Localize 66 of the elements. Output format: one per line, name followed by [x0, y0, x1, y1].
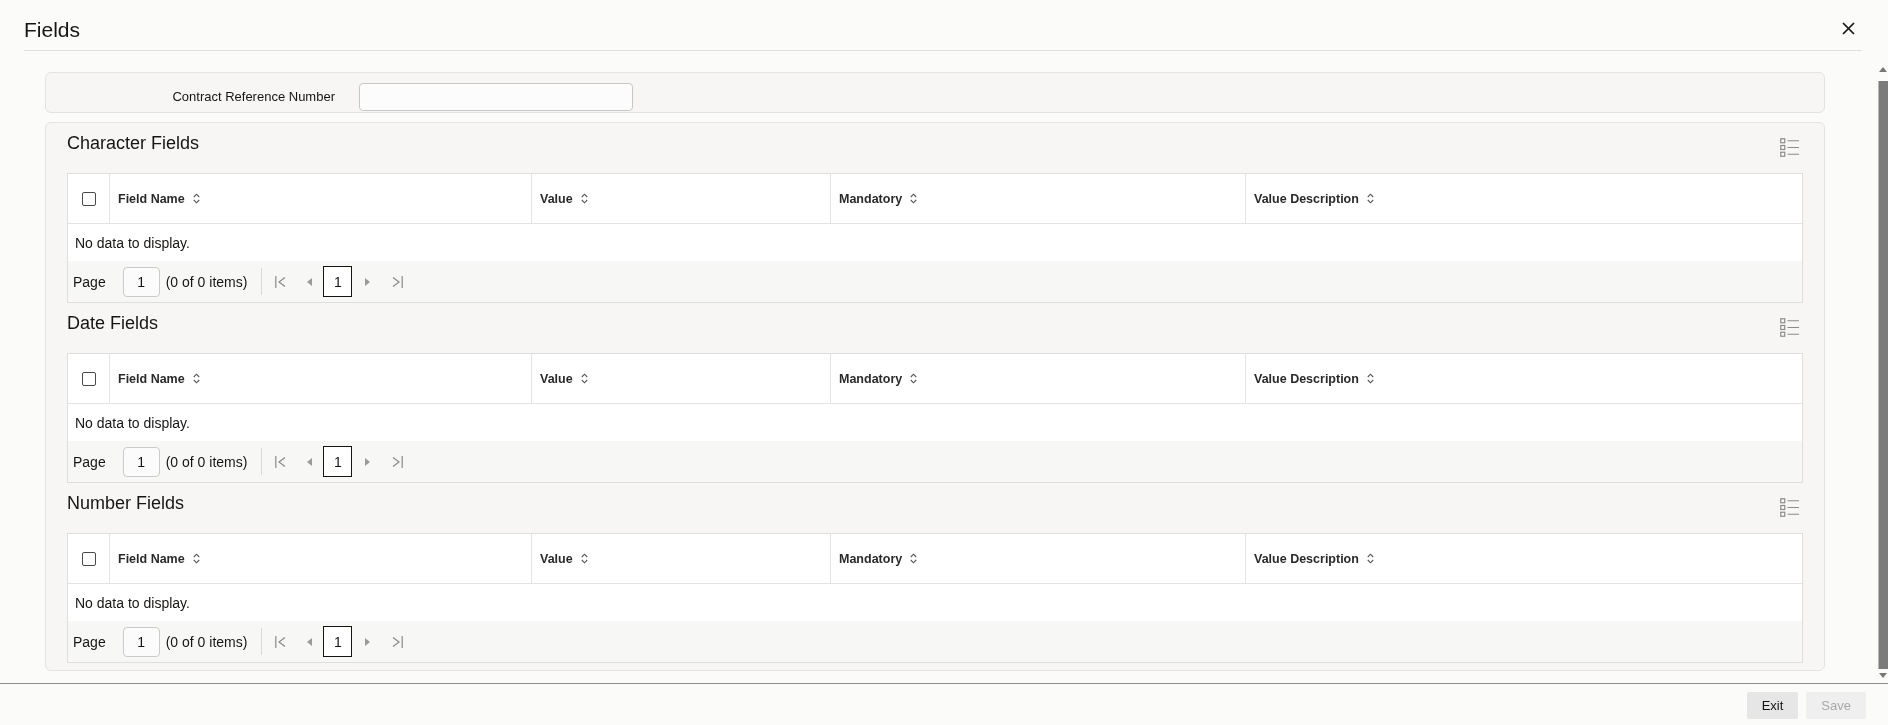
page-number-field[interactable]: 1 [122, 446, 160, 477]
column-header[interactable]: Field Name [110, 174, 532, 223]
sort-icon[interactable] [580, 373, 588, 384]
first-page-icon[interactable] [275, 635, 287, 648]
next-page-icon[interactable] [365, 457, 371, 466]
sort-icon[interactable] [192, 373, 200, 384]
column-header[interactable]: Value Description [1246, 174, 1802, 223]
select-all-checkbox[interactable] [81, 551, 96, 566]
item-count: (0 of 0 items) [165, 273, 248, 290]
sort-icon[interactable] [910, 553, 918, 564]
previous-page-icon[interactable] [307, 457, 313, 466]
page-label: Page [73, 633, 106, 650]
exit-button[interactable]: Exit [1746, 692, 1799, 719]
last-page-icon[interactable] [392, 455, 404, 468]
scrollbar[interactable] [1878, 67, 1888, 679]
section-title: Character Fields [67, 132, 200, 154]
sort-icon[interactable] [192, 553, 200, 564]
column-header[interactable]: Field Name [110, 354, 532, 403]
column-header[interactable]: Mandatory [831, 354, 1246, 403]
current-page-button[interactable]: 1 [323, 626, 353, 657]
column-header[interactable]: Field Name [110, 534, 532, 583]
section-title: Number Fields [67, 492, 185, 514]
section-title: Date Fields [67, 312, 159, 334]
field-label: Contract Reference Number [172, 89, 335, 104]
column-header[interactable]: Value [532, 354, 831, 403]
first-page-icon[interactable] [275, 275, 287, 288]
page-label: Page [73, 453, 106, 470]
empty-message: No data to display. [74, 593, 191, 613]
window-title: Fields [24, 18, 81, 42]
sort-icon[interactable] [192, 193, 200, 204]
checklist-icon[interactable] [1780, 318, 1799, 337]
previous-page-icon[interactable] [307, 277, 313, 286]
select-all-checkbox[interactable] [81, 371, 96, 386]
current-page-button[interactable]: 1 [323, 446, 353, 477]
contract-reference-field[interactable] [359, 82, 633, 111]
close-icon[interactable] [1842, 22, 1855, 35]
column-header[interactable]: Value Description [1246, 534, 1802, 583]
empty-message: No data to display. [74, 413, 191, 433]
sort-icon[interactable] [580, 553, 588, 564]
column-header[interactable]: Mandatory [831, 534, 1246, 583]
select-all-checkbox[interactable] [81, 191, 96, 206]
page-number-field[interactable]: 1 [122, 626, 160, 657]
last-page-icon[interactable] [392, 275, 404, 288]
sort-icon[interactable] [910, 373, 918, 384]
current-page-button[interactable]: 1 [323, 266, 353, 297]
checklist-icon[interactable] [1780, 138, 1799, 157]
first-page-icon[interactable] [275, 455, 287, 468]
column-header[interactable]: Value Description [1246, 354, 1802, 403]
page-number-field[interactable]: 1 [122, 266, 160, 297]
empty-message: No data to display. [74, 233, 191, 253]
next-page-icon[interactable] [365, 637, 371, 646]
sort-icon[interactable] [580, 193, 588, 204]
last-page-icon[interactable] [392, 635, 404, 648]
next-page-icon[interactable] [365, 277, 371, 286]
page-label: Page [73, 273, 106, 290]
column-header[interactable]: Value [532, 534, 831, 583]
item-count: (0 of 0 items) [165, 453, 248, 470]
sort-icon[interactable] [910, 193, 918, 204]
sort-icon[interactable] [1366, 193, 1374, 204]
sort-icon[interactable] [1366, 373, 1374, 384]
checklist-icon[interactable] [1780, 498, 1799, 517]
previous-page-icon[interactable] [307, 637, 313, 646]
sort-icon[interactable] [1366, 553, 1374, 564]
column-header[interactable]: Mandatory [831, 174, 1246, 223]
item-count: (0 of 0 items) [165, 633, 248, 650]
column-header[interactable]: Value [532, 174, 831, 223]
